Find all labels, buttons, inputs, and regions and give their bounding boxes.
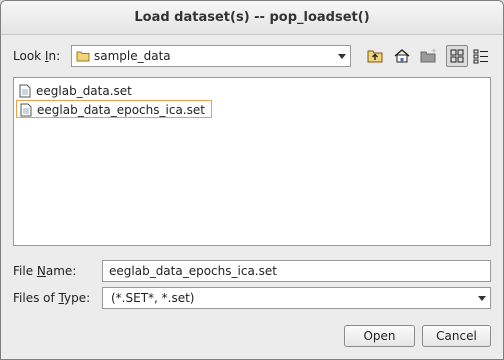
file-name-input[interactable]: eeglab_data_epochs_ica.set: [102, 260, 491, 282]
open-button[interactable]: Open: [344, 325, 415, 347]
folder-icon: [76, 51, 90, 62]
home-icon: [394, 49, 410, 63]
details-view-button[interactable]: [470, 45, 492, 67]
new-folder-icon: [420, 48, 437, 63]
up-folder-button[interactable]: [364, 45, 386, 67]
home-button[interactable]: [391, 45, 413, 67]
look-in-label: Look In:: [13, 49, 61, 63]
cancel-button[interactable]: Cancel: [422, 325, 491, 347]
file-item-selected[interactable]: eeglab_data_epochs_ica.set: [16, 100, 212, 118]
file-name: eeglab_data.set: [36, 84, 132, 98]
file-name: eeglab_data_epochs_ica.set: [37, 103, 205, 117]
chevron-down-icon[interactable]: [338, 54, 346, 59]
list-view-button[interactable]: [446, 45, 468, 67]
up-folder-icon: [367, 50, 383, 63]
file-list[interactable]: eeglab_data.set eeglab_data_epochs_ica.s…: [13, 77, 491, 246]
chevron-down-icon[interactable]: [478, 296, 486, 301]
new-folder-button[interactable]: [418, 45, 440, 67]
look-in-combo[interactable]: sample_data: [71, 45, 351, 67]
file-type-value: (*.SET*, *.set): [111, 291, 195, 305]
file-type-label: Files of Type:: [13, 291, 91, 305]
list-view-icon: [450, 49, 464, 63]
file-item[interactable]: eeglab_data.set: [16, 82, 138, 100]
file-name-label: File Name:: [13, 264, 77, 278]
load-dataset-dialog: Load dataset(s) -- pop_loadset() Look In…: [0, 0, 504, 360]
look-in-value: sample_data: [94, 49, 171, 63]
file-type-combo[interactable]: (*.SET*, *.set): [102, 287, 491, 309]
document-icon: [20, 103, 32, 117]
document-icon: [19, 84, 31, 98]
details-view-icon: [473, 49, 488, 64]
dialog-title: Load dataset(s) -- pop_loadset(): [1, 1, 503, 35]
